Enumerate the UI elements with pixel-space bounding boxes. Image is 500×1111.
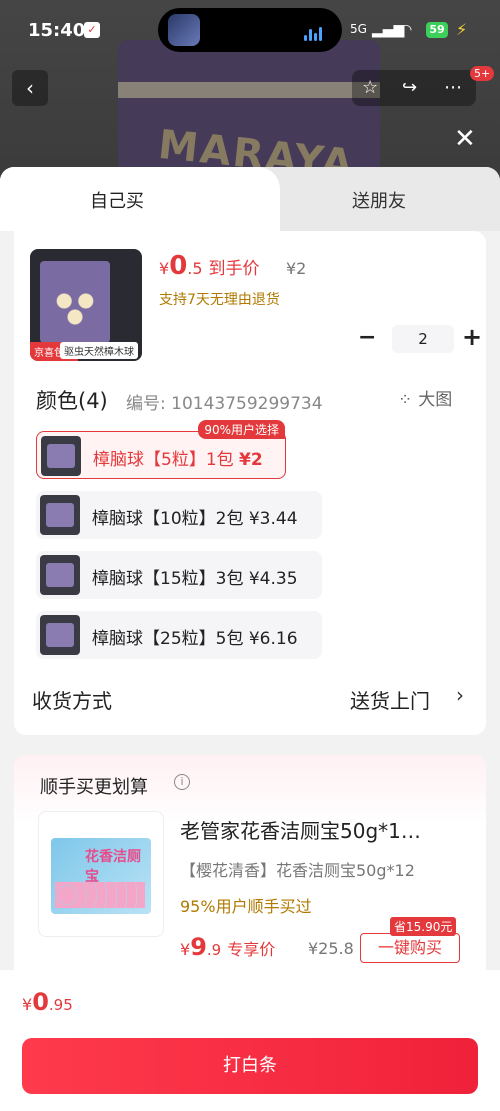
info-icon[interactable]: i xyxy=(174,774,190,790)
recommend-price: ¥9.9 专享价 xyxy=(180,933,276,961)
recommend-product-name[interactable]: 老管家花香洁厕宝50g*1… xyxy=(180,815,470,844)
share-icon[interactable]: ↪ xyxy=(402,77,417,98)
original-price: ¥2 xyxy=(286,259,307,278)
option-item[interactable]: 樟脑球【25粒】5包 ¥6.16 xyxy=(36,611,322,659)
product-code: 编号: 10143759299734 xyxy=(126,394,323,414)
status-time: 15:40 xyxy=(28,20,86,41)
increase-button[interactable]: + xyxy=(462,323,482,351)
grid-icon: ⁘ xyxy=(398,390,413,410)
network-label: 5G xyxy=(350,22,367,36)
message-badge: 5+ xyxy=(470,66,495,81)
back-button[interactable]: ‹ xyxy=(12,70,48,106)
total-price: ¥0.95 xyxy=(22,988,73,1016)
final-price: ¥0.5 到手价 xyxy=(159,251,260,281)
option-thumbnail xyxy=(40,495,80,535)
shipping-method[interactable]: 送货上门 xyxy=(350,685,430,714)
close-icon[interactable]: ✕ xyxy=(454,124,476,154)
chevron-right-icon[interactable]: › xyxy=(456,683,464,707)
sku-card: 京喜包邮 驱虫天然樟木球 ¥0.5 到手价 ¥2 支持7天无理由退货 − 2 + … xyxy=(14,231,486,735)
option-group-title: 颜色(4) xyxy=(36,389,108,413)
status-bar: 15:40 ✓ 5G ▂▄▆ ◠ 59 ⚡ xyxy=(0,0,500,60)
big-image-button[interactable]: ⁘ 大图 xyxy=(398,385,452,410)
option-thumbnail xyxy=(40,555,80,595)
top-action-group: ☆ ↪ ⋯ xyxy=(352,70,476,106)
audio-wave-icon xyxy=(304,22,326,41)
savings-badge: 省15.90元 xyxy=(390,917,457,936)
option-thumbnail xyxy=(41,436,81,476)
recommend-title: 顺手买更划算 xyxy=(40,777,148,798)
recommend-product-spec: 【樱花清香】花香洁厕宝50g*12 xyxy=(180,861,415,880)
tab-buy-self[interactable]: 自己买 xyxy=(0,167,280,231)
quantity-value[interactable]: 2 xyxy=(392,325,454,353)
product-thumbnail[interactable]: 京喜包邮 驱虫天然樟木球 xyxy=(30,249,142,361)
purchase-tabs: 自己买 送朋友 xyxy=(0,167,500,231)
popular-choice-badge: 90%用户选择 xyxy=(198,420,285,439)
wifi-icon: ◠ xyxy=(400,22,413,38)
recommend-product-image[interactable]: 花香洁厕宝 xyxy=(38,811,164,937)
more-icon[interactable]: ⋯ xyxy=(444,77,462,98)
dynamic-island[interactable] xyxy=(158,8,342,52)
option-item[interactable]: 樟脑球【15粒】3包 ¥4.35 xyxy=(36,551,322,599)
one-click-buy-button[interactable]: 一键购买 xyxy=(360,933,460,963)
now-playing-thumbnail xyxy=(168,14,200,46)
charging-icon: ⚡ xyxy=(456,20,468,39)
pay-with-baitiao-button[interactable]: 打白条 xyxy=(22,1038,478,1094)
recommend-buy-rate: 95%用户顺手买过 xyxy=(180,897,312,916)
option-thumbnail xyxy=(40,615,80,655)
chevron-left-icon: ‹ xyxy=(26,76,34,100)
favorite-star-icon[interactable]: ☆ xyxy=(362,77,378,98)
option-item-selected[interactable]: 樟脑球【5粒】1包 ¥2 90%用户选择 xyxy=(36,420,286,479)
tab-gift-friend[interactable]: 送朋友 xyxy=(352,187,406,213)
option-item[interactable]: 樟脑球【10粒】2包 ¥3.44 xyxy=(36,491,322,539)
decrease-button[interactable]: − xyxy=(358,325,376,350)
checkout-bar: ¥0.95 打白条 xyxy=(0,970,500,1111)
shipping-label: 收货方式 xyxy=(32,689,112,713)
product-image-caption: 驱虫天然樟木球 xyxy=(60,342,138,359)
recommend-original-price: ¥25.8 xyxy=(308,939,354,958)
return-policy: 支持7天无理由退货 xyxy=(159,292,280,308)
app-notification-icon: ✓ xyxy=(84,22,100,38)
battery-icon: 59 xyxy=(426,22,448,38)
